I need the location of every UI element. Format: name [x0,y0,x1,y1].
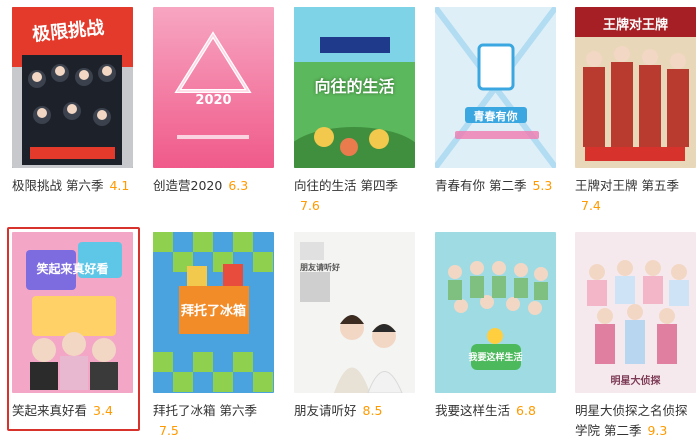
show-meta: 拜托了冰箱 第六季 7.5 [153,401,274,441]
show-title[interactable]: 我要这样生活 [435,403,510,418]
show-meta: 王牌对王牌 第五季 7.4 [575,176,696,216]
show-meta: 明星大侦探之名侦探学院 第二季 9.3 [575,401,696,441]
show-card[interactable]: 我要这样生活 我要这样生活 6.8 [435,232,556,421]
poster-title: 2020 [195,93,232,108]
show-card[interactable]: 向往的生活 向往的生活 第四季 7.6 [294,7,415,216]
show-meta: 朋友请听好 8.5 [294,401,415,421]
poster-title: 明星大侦探 [610,376,661,387]
show-card[interactable]: 拜托了冰箱 拜托了冰箱 第六季 7.5 [153,232,274,441]
poster-title: 朋友请听好 [300,263,340,272]
show-grid: 极限挑战 极限挑战 第六季 4.1 2020 创造营2020 6.3 向往的生活… [0,0,699,441]
show-card[interactable]: 王牌对王牌 王牌对王牌 第五季 7.4 [575,7,696,216]
show-score: 9.3 [647,423,668,438]
show-card[interactable]: 朋友请听好 朋友请听好 8.5 [294,232,415,421]
show-poster[interactable]: 拜托了冰箱 [153,232,274,393]
show-score: 7.5 [159,423,179,438]
show-poster[interactable]: 朋友请听好 [294,232,415,393]
show-score: 7.6 [300,198,320,213]
show-score: 8.5 [362,403,383,418]
show-title[interactable]: 青春有你 第二季 [435,178,526,193]
show-card-selected[interactable]: 笑起来真好看 笑起来真好看 3.4 [7,227,140,431]
show-title[interactable]: 向往的生活 第四季 [294,178,398,193]
show-meta: 我要这样生活 6.8 [435,401,556,421]
show-score: 3.4 [93,403,113,418]
poster-title: 笑起来真好看 [36,262,109,276]
show-title[interactable]: 王牌对王牌 第五季 [575,178,679,193]
show-title[interactable]: 极限挑战 第六季 [12,178,103,193]
poster-image [294,232,415,393]
show-card[interactable]: 青春有你 青春有你 第二季 5.3 [435,7,556,196]
poster-image [575,232,696,393]
show-meta: 极限挑战 第六季 4.1 [12,176,133,196]
show-meta: 向往的生活 第四季 7.6 [294,176,415,216]
show-title[interactable]: 明星大侦探之名侦探学院 第二季 [575,403,688,438]
show-meta: 创造营2020 6.3 [153,176,274,196]
show-poster[interactable]: 我要这样生活 [435,232,556,393]
show-title[interactable]: 拜托了冰箱 第六季 [153,403,257,418]
show-poster[interactable]: 向往的生活 [294,7,415,168]
poster-title: 向往的生活 [314,77,395,96]
poster-title: 青春有你 [473,110,518,123]
show-poster[interactable]: 明星大侦探 [575,232,696,393]
show-meta: 青春有你 第二季 5.3 [435,176,556,196]
show-title[interactable]: 朋友请听好 [294,403,357,418]
show-score: 5.3 [532,178,553,193]
show-title[interactable]: 笑起来真好看 [12,403,87,418]
show-score: 4.1 [109,178,130,193]
show-poster[interactable]: 王牌对王牌 [575,7,696,168]
show-card[interactable]: 极限挑战 极限挑战 第六季 4.1 [12,7,133,196]
show-poster[interactable]: 青春有你 [435,7,556,168]
show-poster[interactable]: 笑起来真好看 [12,232,133,393]
poster-title: 我要这样生活 [468,353,523,363]
show-card[interactable]: 2020 创造营2020 6.3 [153,7,274,196]
poster-image [12,232,133,393]
poster-image [435,232,556,393]
show-meta: 笑起来真好看 3.4 [12,401,133,421]
poster-image [153,7,274,168]
show-poster[interactable]: 极限挑战 [12,7,133,168]
show-score: 6.3 [228,178,249,193]
poster-title: 拜托了冰箱 [180,304,246,319]
poster-image [435,7,556,168]
show-score: 7.4 [581,198,601,213]
show-card[interactable]: 明星大侦探 明星大侦探之名侦探学院 第二季 9.3 [575,232,696,441]
show-score: 6.8 [516,403,536,418]
show-poster[interactable]: 2020 [153,7,274,168]
show-title[interactable]: 创造营2020 [153,178,222,193]
poster-title: 王牌对王牌 [602,18,668,33]
